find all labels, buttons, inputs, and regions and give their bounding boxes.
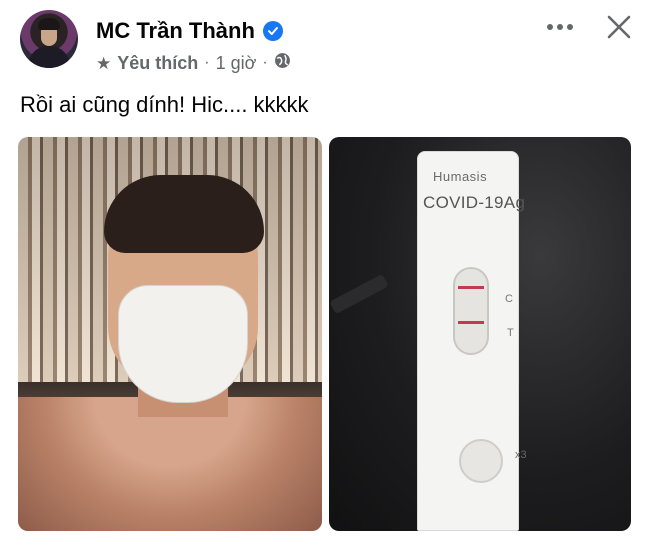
globe-icon[interactable] (274, 52, 291, 74)
separator-dot: · (262, 54, 268, 71)
post-text: Rồi ai cũng dính! Hic.... kkkkk (20, 92, 309, 117)
post-time[interactable]: 1 giờ (216, 53, 257, 74)
sample-drop-label: x3 (515, 449, 527, 461)
verified-badge-icon (262, 21, 283, 41)
control-label: C (505, 293, 513, 305)
more-options-icon[interactable] (542, 14, 578, 40)
control-line (458, 286, 484, 289)
test-brand: Humasis (433, 169, 488, 184)
author-name-row: MC Trần Thành (96, 16, 283, 46)
pen-object (329, 273, 389, 315)
test-kit-photo[interactable]: Humasis COVID-19Ag C T x3 (329, 137, 631, 531)
post-meta: ★ Yêu thích · 1 giờ · (96, 52, 291, 74)
face-mask (118, 285, 248, 403)
star-icon: ★ (96, 53, 112, 73)
separator-dot: · (204, 54, 210, 71)
audience-label[interactable]: Yêu thích (117, 53, 198, 74)
sample-well (459, 439, 503, 483)
test-product: COVID-19Ag (423, 193, 526, 212)
author-name[interactable]: MC Trần Thành (96, 18, 255, 44)
test-label: T (507, 327, 514, 339)
post-header: MC Trần Thành ★ Yêu thích · 1 giờ · (0, 0, 650, 85)
close-icon[interactable] (602, 10, 636, 44)
selfie-photo[interactable] (18, 137, 322, 531)
test-line (458, 321, 484, 324)
result-window (453, 267, 489, 355)
author-avatar[interactable] (20, 10, 78, 68)
